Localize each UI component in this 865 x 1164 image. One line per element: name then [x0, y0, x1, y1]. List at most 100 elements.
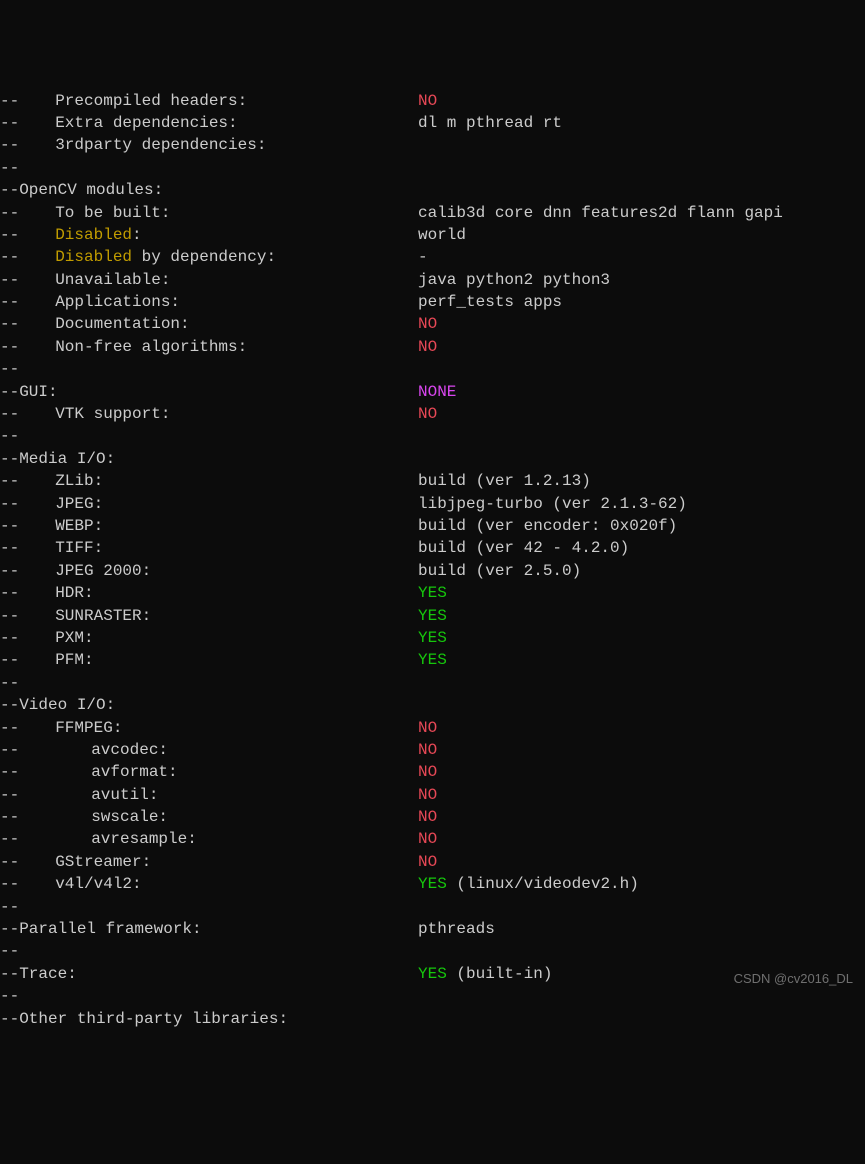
- config-value: YES: [418, 582, 447, 604]
- config-value: -: [418, 246, 428, 268]
- output-line: -- To be built: calib3d core dnn features2…: [0, 202, 865, 224]
- line-prefix: --: [0, 942, 19, 960]
- output-line: --: [0, 940, 865, 962]
- output-line: --JPEG:libjpeg-turbo (ver 2.1.3-62): [0, 493, 865, 515]
- output-line: --GStreamer:NO: [0, 851, 865, 873]
- config-key: swscale:: [55, 808, 168, 826]
- line-prefix: --: [0, 136, 19, 154]
- line-prefix: --: [0, 987, 19, 1005]
- config-value: NO: [418, 806, 437, 828]
- config-value: YES: [418, 627, 447, 649]
- line-prefix: --: [0, 360, 19, 378]
- label-part: Disabled: [55, 226, 132, 244]
- config-value: NO: [418, 90, 437, 112]
- line-prefix: --: [0, 607, 19, 625]
- config-key: To be built:: [37, 204, 170, 222]
- config-value: YES (built-in): [418, 963, 552, 985]
- config-key: OpenCV modules:: [19, 181, 163, 199]
- config-value: YES: [418, 605, 447, 627]
- line-prefix: --: [0, 741, 19, 759]
- line-prefix: --: [0, 204, 19, 222]
- output-line: -- 3rdparty dependencies:: [0, 134, 865, 156]
- config-key: avcodec:: [55, 741, 168, 759]
- config-key: FFMPEG:: [37, 719, 122, 737]
- config-key: Applications:: [37, 293, 180, 311]
- output-line: -- PXM: YES: [0, 627, 865, 649]
- config-key: Extra dependencies:: [37, 114, 237, 132]
- output-line: --JPEG 2000:build (ver 2.5.0): [0, 560, 865, 582]
- config-key: 3rdparty dependencies:: [37, 136, 266, 154]
- line-prefix: --: [0, 562, 19, 580]
- line-prefix: --: [0, 293, 19, 311]
- line-prefix: --: [0, 674, 19, 692]
- line-prefix: --: [0, 539, 19, 557]
- config-value: build (ver encoder: 0x020f): [418, 515, 677, 537]
- output-line: --: [0, 896, 865, 918]
- config-key: avresample:: [55, 830, 197, 848]
- config-value: YES: [418, 649, 447, 671]
- output-line: --: [0, 425, 865, 447]
- output-line: --swscale:NO: [0, 806, 865, 828]
- line-prefix: --: [0, 920, 19, 938]
- line-prefix: --: [0, 786, 19, 804]
- config-value: dl m pthread rt: [418, 112, 562, 134]
- config-key: GUI:: [19, 383, 57, 401]
- config-key: Disabled by dependency:: [37, 248, 276, 266]
- config-key: Parallel framework:: [19, 920, 201, 938]
- line-prefix: --: [0, 271, 19, 289]
- output-line: --Other third-party libraries:: [0, 1008, 865, 1030]
- output-line: --Parallel framework: pthreads: [0, 918, 865, 940]
- line-prefix: --: [0, 584, 19, 602]
- config-key: PFM:: [37, 651, 93, 669]
- line-prefix: --: [0, 651, 19, 669]
- output-line: --: [0, 672, 865, 694]
- config-key: Other third-party libraries:: [19, 1010, 288, 1028]
- config-key: SUNRASTER:: [37, 607, 151, 625]
- line-prefix: --: [0, 629, 19, 647]
- output-line: -- HDR: YES: [0, 582, 865, 604]
- config-key: GStreamer:: [37, 853, 151, 871]
- config-key: TIFF:: [37, 539, 103, 557]
- output-line: --VTK support:NO: [0, 403, 865, 425]
- output-line: --OpenCV modules:: [0, 179, 865, 201]
- output-line: --: [0, 157, 865, 179]
- output-line: -- SUNRASTER: YES: [0, 605, 865, 627]
- line-prefix: --: [0, 338, 19, 356]
- config-key: Non-free algorithms:: [37, 338, 247, 356]
- config-key: PXM:: [37, 629, 93, 647]
- line-prefix: --: [0, 875, 19, 893]
- output-line: -- WEBP: build (ver encoder: 0x020f): [0, 515, 865, 537]
- config-value: calib3d core dnn features2d flann gapi: [418, 202, 783, 224]
- output-line: -- Extra dependencies: dl m pthread rt: [0, 112, 865, 134]
- line-prefix: --: [0, 383, 19, 401]
- value-part: YES: [418, 965, 447, 983]
- line-prefix: --: [0, 181, 19, 199]
- line-prefix: --: [0, 450, 19, 468]
- line-prefix: --: [0, 898, 19, 916]
- config-key: VTK support:: [37, 405, 170, 423]
- config-value: java python2 python3: [418, 269, 610, 291]
- config-value: pthreads: [418, 918, 495, 940]
- line-prefix: --: [0, 696, 19, 714]
- output-line: --avutil:NO: [0, 784, 865, 806]
- output-line: --avformat:NO: [0, 761, 865, 783]
- config-value: NO: [418, 717, 437, 739]
- config-value: NONE: [418, 381, 456, 403]
- label-part: :: [132, 226, 142, 244]
- config-key: avutil:: [55, 786, 158, 804]
- config-value: NO: [418, 761, 437, 783]
- output-line: -- Disabled by dependency: -: [0, 246, 865, 268]
- config-key: HDR:: [37, 584, 93, 602]
- line-prefix: --: [0, 472, 19, 490]
- line-prefix: --: [0, 248, 19, 266]
- output-line: --Disabled:world: [0, 224, 865, 246]
- line-prefix: --: [0, 114, 19, 132]
- label-part: by dependency:: [132, 248, 276, 266]
- config-key: WEBP:: [37, 517, 103, 535]
- line-prefix: --: [0, 226, 19, 244]
- line-prefix: --: [0, 517, 19, 535]
- line-prefix: --: [0, 92, 19, 110]
- line-prefix: --: [0, 159, 19, 177]
- terminal-output: --Precompiled headers:NO--Extra dependen…: [0, 90, 865, 1030]
- output-line: --GUI: NONE: [0, 381, 865, 403]
